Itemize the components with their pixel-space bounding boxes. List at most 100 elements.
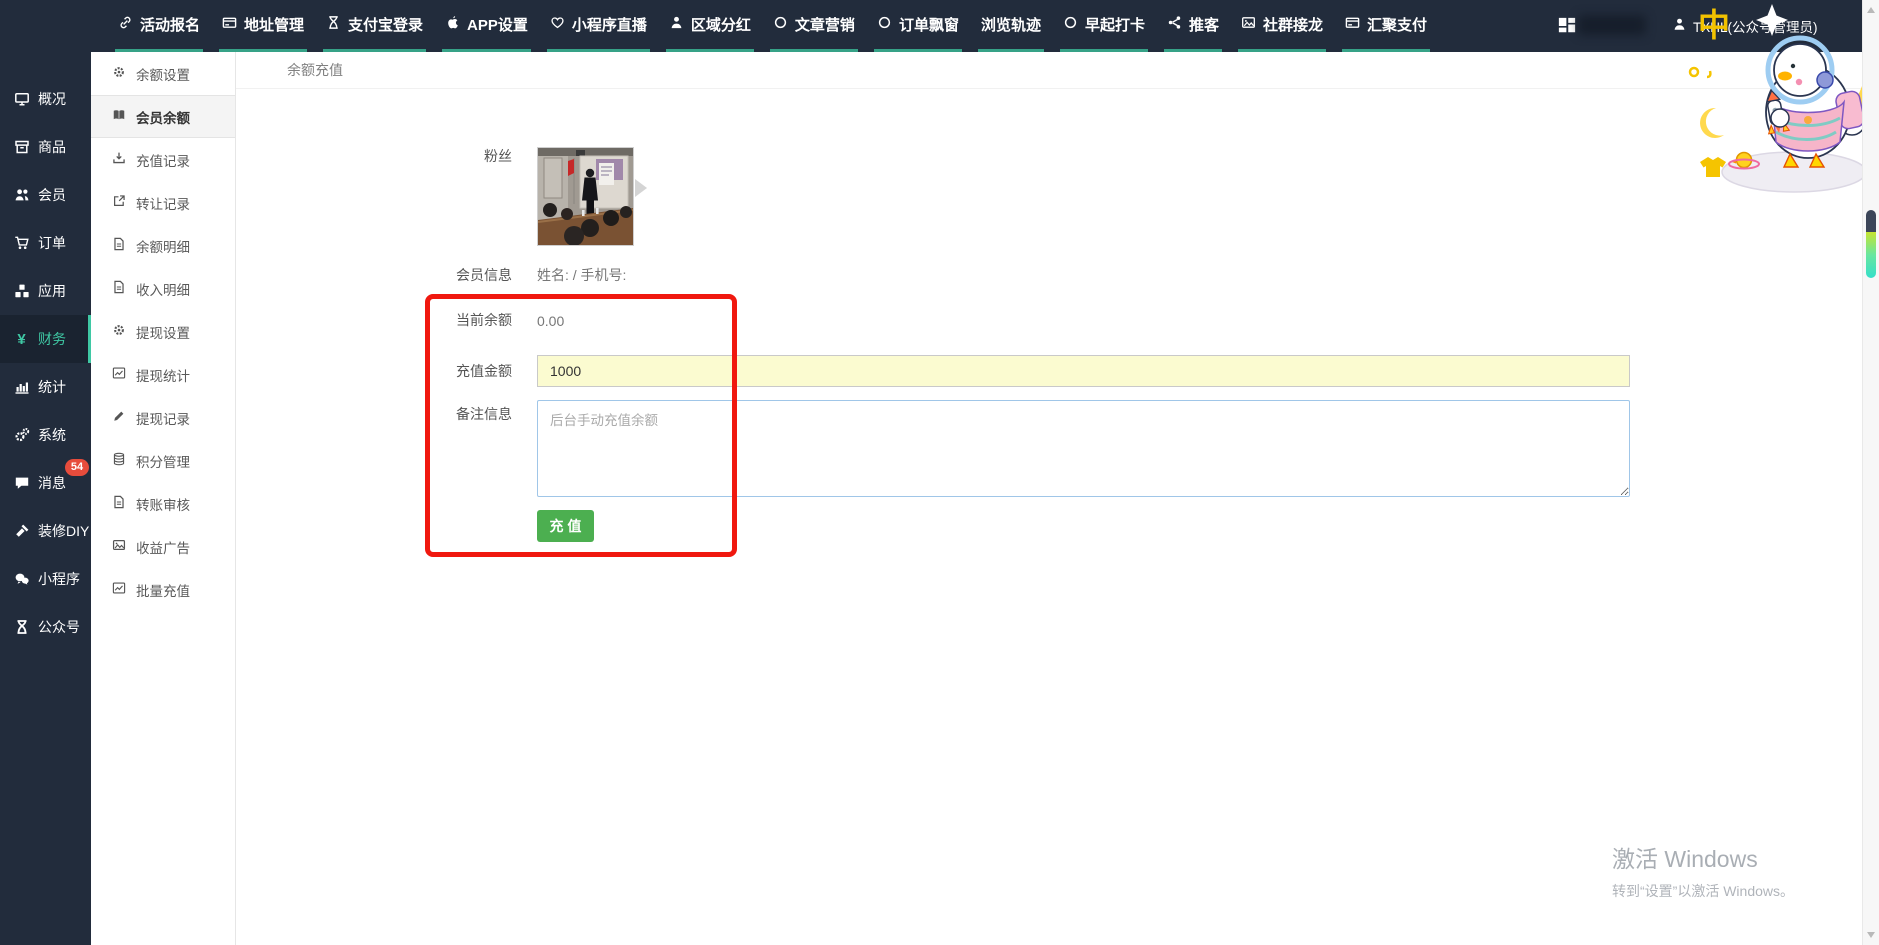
watermark-line1: 激活 Windows [1612,840,1794,874]
topnav-item-group-chain[interactable]: 社群接龙 [1238,0,1326,52]
recharge-amount-input[interactable] [537,355,1630,387]
card-icon [1345,15,1360,34]
topnav-item-label: 小程序直播 [572,14,647,35]
image-icon [1241,15,1256,34]
sidebar-item-goods[interactable]: 商品 [0,123,91,171]
page-scrollbar[interactable] [1862,0,1879,945]
hourglass-icon [13,619,30,636]
sidebar-item-label: 应用 [38,281,66,301]
yen-icon: ¥ [13,331,30,348]
member-info-label: 会员信息 [392,265,512,285]
database-icon [112,452,126,469]
fan-avatar-photo [538,148,633,245]
sidebar-item-decorate-diy[interactable]: 装修DIY [0,507,91,555]
cart-icon [13,235,30,252]
sidebar-item-official-account[interactable]: 公众号 [0,603,91,651]
top-navbar: 活动报名 地址管理 支付宝登录 APP设置 小程序直播 区域分红 文章营销 订 [0,0,1862,52]
blurred-redaction [1578,15,1646,35]
submenu-item-label: 转让记录 [136,193,190,213]
recharge-form: 粉丝 [236,89,1862,945]
submenu-item-transfer-records[interactable]: 转让记录 [91,181,235,224]
topnav-item-label: 地址管理 [244,14,304,35]
sidebar-item-label: 小程序 [38,569,80,589]
submenu-item-transfer-review[interactable]: 转账审核 [91,482,235,525]
topnav-item-alipay-login[interactable]: 支付宝登录 [323,0,426,52]
topnav-item-order-popup[interactable]: 订单飘窗 [874,0,962,52]
topnav-item-activity-signup[interactable]: 活动报名 [115,0,203,52]
sidebar-item-label: 装修DIY [38,521,89,541]
recharge-amount-label: 充值金额 [392,361,512,381]
submenu-item-label: 积分管理 [136,451,190,471]
circle-icon [773,15,788,34]
current-balance-value: 0.00 [537,311,564,331]
gears-icon [13,427,30,444]
submenu-item-label: 余额明细 [136,236,190,256]
file-icon [112,280,126,297]
topnav-item-label: 文章营销 [795,14,855,35]
topnav-item-browse-history[interactable]: 浏览轨迹 [978,0,1044,52]
submenu-item-label: 批量充值 [136,580,190,600]
page-title: 余额充值 [236,52,1862,89]
sidebar-item-label: 订单 [38,233,66,253]
submenu-item-label: 转账审核 [136,494,190,514]
submenu-item-withdraw-records[interactable]: 提现记录 [91,396,235,439]
person-icon [669,15,684,34]
submenu-item-recharge-records[interactable]: 充值记录 [91,138,235,181]
submenu-item-withdraw-settings[interactable]: 提现设置 [91,310,235,353]
unread-count-badge: 54 [65,459,89,476]
box-icon [13,139,30,156]
download-icon [112,151,126,168]
cubes-icon [13,283,30,300]
users-icon [13,187,30,204]
topnav-item-region-dividend[interactable]: 区域分红 [666,0,754,52]
sidebar-item-label: 商品 [38,137,66,157]
sidebar-item-members[interactable]: 会员 [0,171,91,219]
heart-icon [550,15,565,34]
circle-icon [1063,15,1078,34]
external-link-icon [112,194,126,211]
scrollbar-thumb[interactable] [1866,210,1876,278]
sidebar-item-statistics[interactable]: 统计 [0,363,91,411]
submenu-item-label: 充值记录 [136,150,190,170]
submenu-item-balance-settings[interactable]: 余额设置 [91,52,235,95]
apps-grid-icon[interactable] [1557,16,1577,36]
windows-activation-watermark: 激活 Windows 转到“设置”以激活 Windows。 [1612,840,1794,901]
scroll-up-arrow-icon[interactable] [1867,7,1875,13]
topnav-item-address-management[interactable]: 地址管理 [219,0,307,52]
member-info-value: 姓名: / 手机号: [537,265,626,285]
topnav-item-app-settings[interactable]: APP设置 [442,0,531,52]
hourglass-icon [326,15,341,34]
book-icon [112,108,126,125]
submenu-item-points-management[interactable]: 积分管理 [91,439,235,482]
submenu-item-revenue-ads[interactable]: 收益广告 [91,525,235,568]
scroll-down-arrow-icon[interactable] [1867,932,1875,938]
sidebar-item-apps[interactable]: 应用 [0,267,91,315]
sidebar-item-finance[interactable]: ¥ 财务 [0,315,91,363]
submenu-item-balance-details[interactable]: 余额明细 [91,224,235,267]
topnav-item-label: 区域分红 [691,14,751,35]
submenu-item-withdraw-statistics[interactable]: 提现统计 [91,353,235,396]
submenu-item-batch-recharge[interactable]: 批量充值 [91,568,235,611]
remark-textarea[interactable] [537,400,1630,497]
recharge-submit-button[interactable]: 充 值 [537,510,594,542]
topnav-item-miniprogram-live[interactable]: 小程序直播 [547,0,650,52]
user-account-menu[interactable]: TXHL(公众号管理员) [1672,0,1818,52]
submenu-item-income-details[interactable]: 收入明细 [91,267,235,310]
topnav-item-huiju-pay[interactable]: 汇聚支付 [1342,0,1430,52]
user-icon [1672,17,1687,35]
sidebar-item-label: 财务 [38,329,66,349]
main-content: 余额充值 粉丝 [236,52,1862,945]
topnav-item-promoter[interactable]: 推客 [1164,0,1222,52]
line-chart-icon [112,366,126,383]
sidebar-item-system[interactable]: 系统 [0,411,91,459]
sidebar-item-miniprogram[interactable]: 小程序 [0,555,91,603]
topnav-item-early-checkin[interactable]: 早起打卡 [1060,0,1148,52]
submenu-item-member-balance[interactable]: 会员余额 [91,95,235,138]
sidebar-item-orders[interactable]: 订单 [0,219,91,267]
sidebar-item-label: 公众号 [38,617,80,637]
sidebar-item-overview[interactable]: 概况 [0,75,91,123]
sidebar-item-label: 会员 [38,185,66,205]
watermark-line2: 转到“设置”以激活 Windows。 [1612,881,1794,901]
topnav-item-article-marketing[interactable]: 文章营销 [770,0,858,52]
sidebar-item-messages[interactable]: 消息 54 [0,459,91,507]
